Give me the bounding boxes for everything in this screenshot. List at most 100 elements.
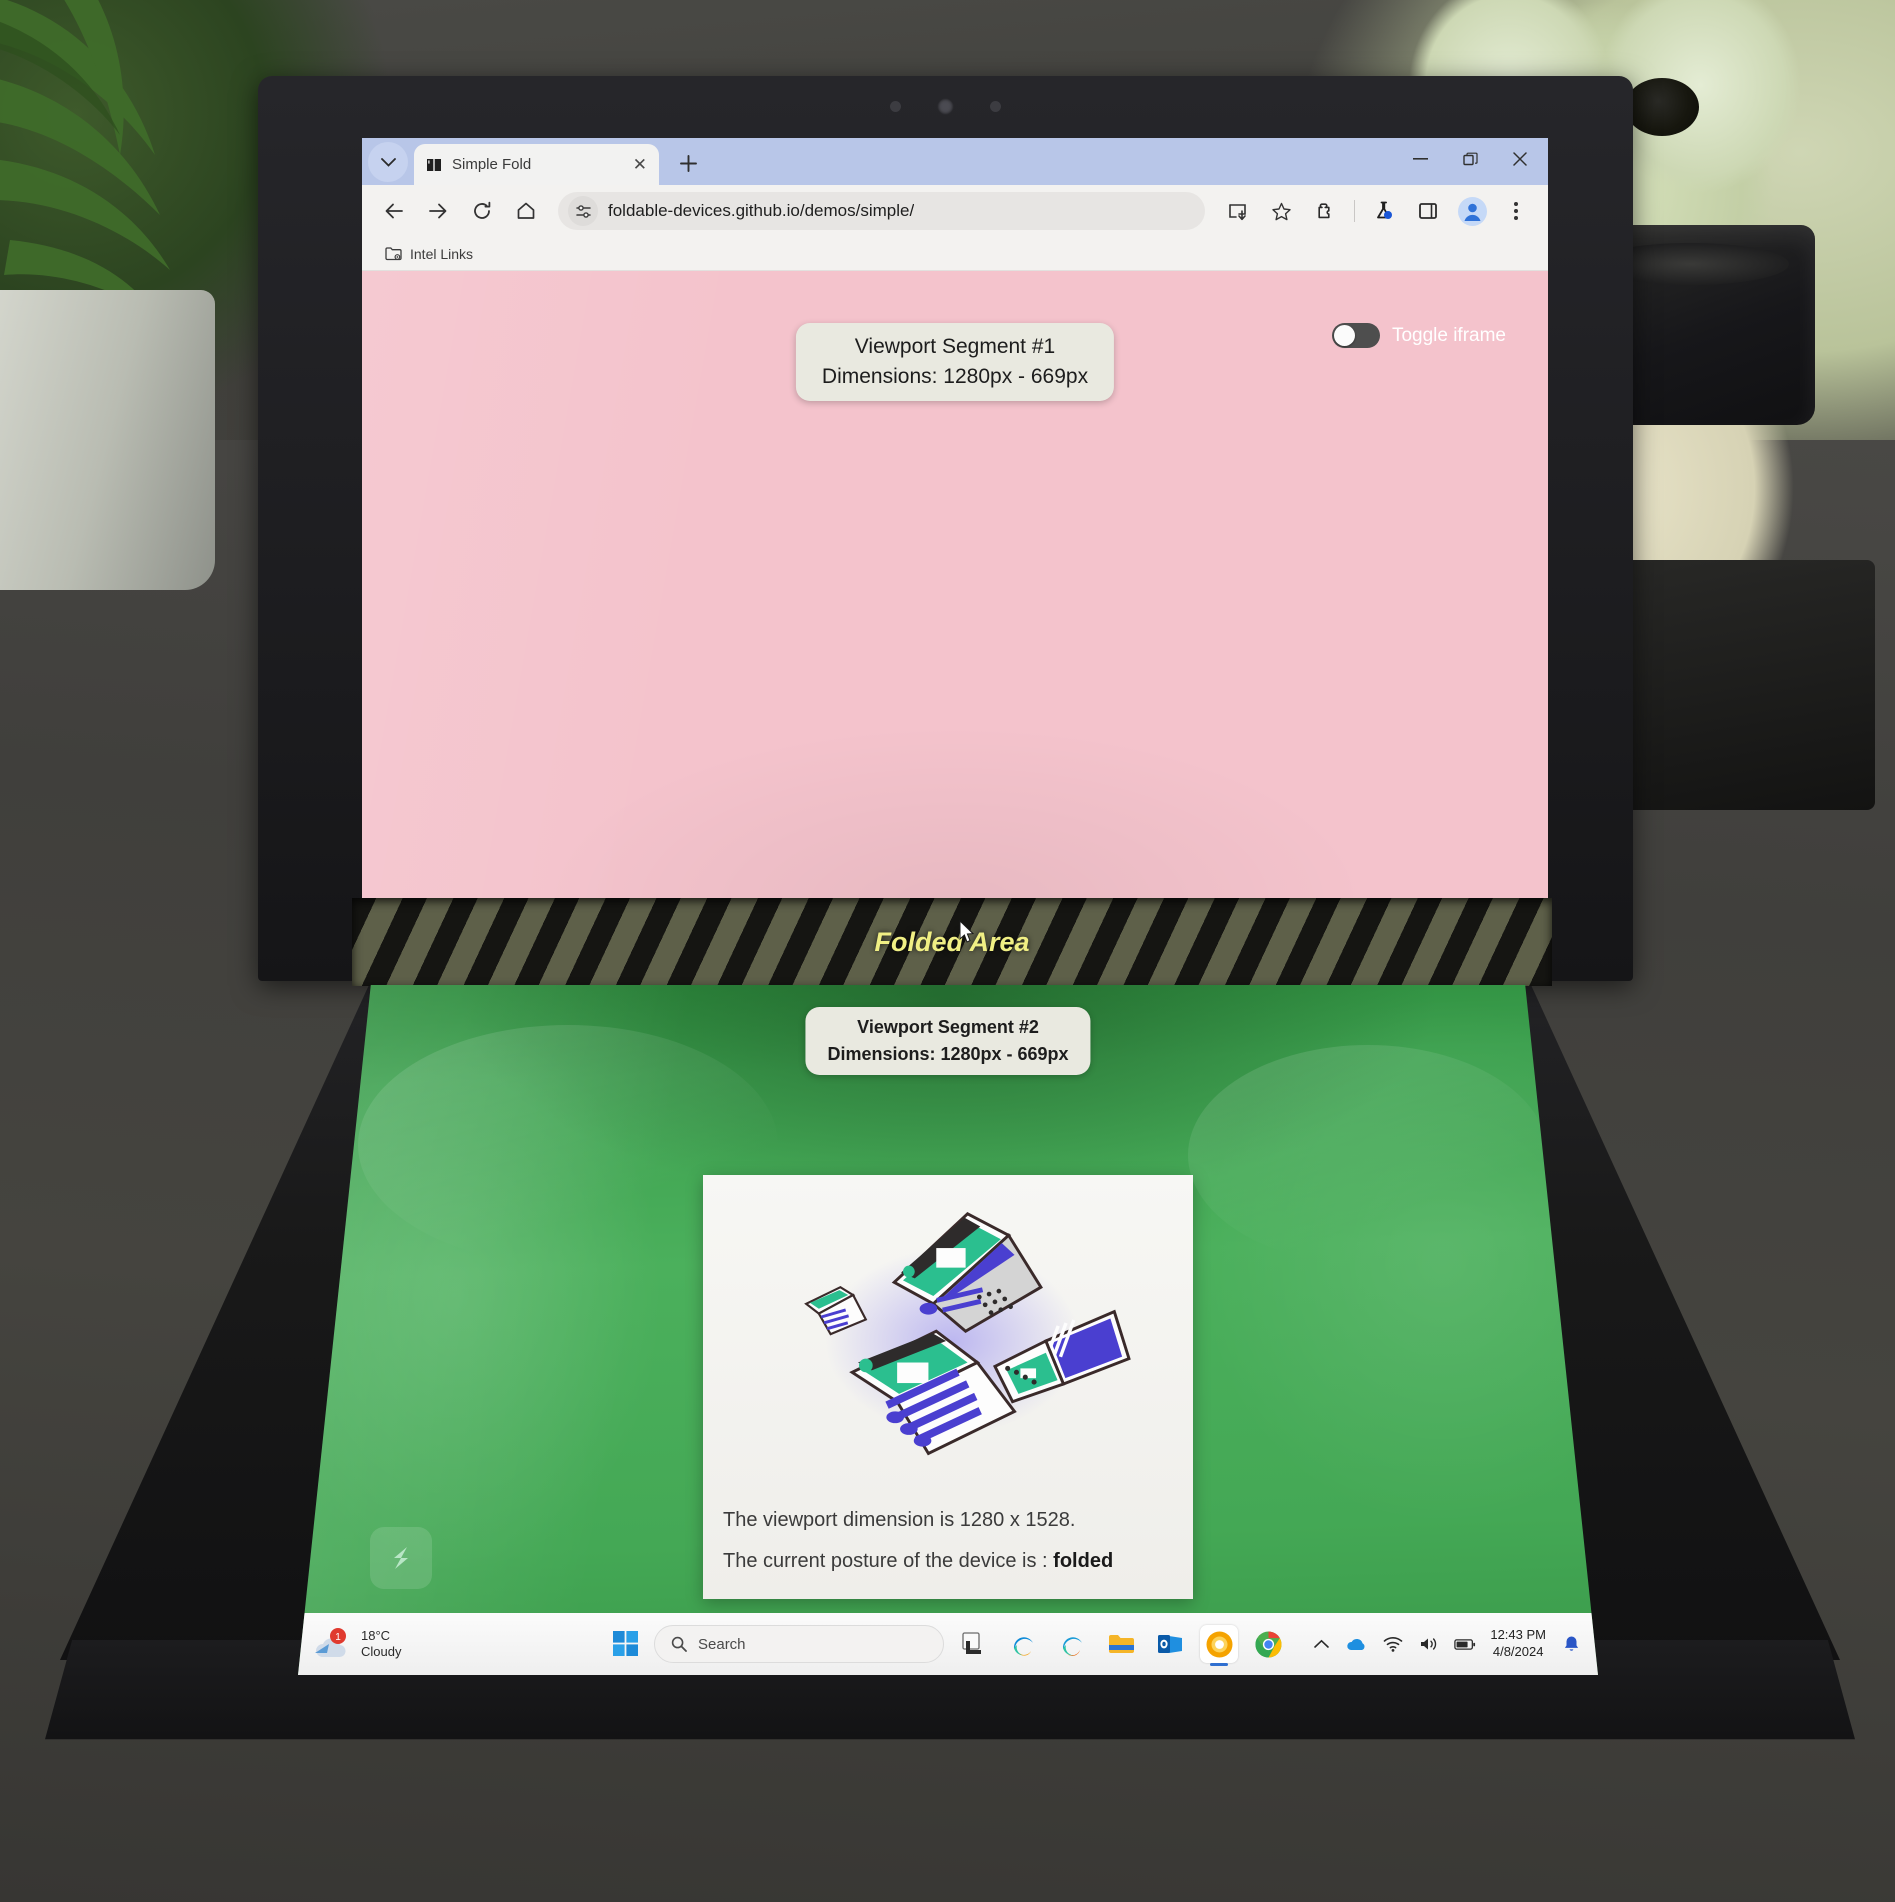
- toggle-iframe-control[interactable]: Toggle iframe: [1331, 323, 1506, 348]
- folder-icon: [1108, 1635, 1134, 1653]
- taskbar-app-microsoft-edge[interactable]: [1004, 1625, 1042, 1663]
- mouse-cursor-icon: [959, 920, 975, 943]
- tab-strip: Simple Fold ✕: [362, 138, 1548, 185]
- tab-search-button[interactable]: [368, 142, 408, 182]
- start-button[interactable]: [609, 1627, 643, 1661]
- show-hidden-icons-button[interactable]: [1310, 1633, 1332, 1655]
- viewport-segment-1-info-box: Viewport Segment #1 Dimensions: 1280px -…: [795, 323, 1115, 401]
- weather-temperature: 18°C: [361, 1627, 391, 1643]
- profile-button[interactable]: [1452, 191, 1492, 231]
- segment2-dimensions: Dimensions: 1280px - 669px: [827, 1044, 1069, 1064]
- chrome-icon: [1254, 1631, 1281, 1658]
- outlook-icon: [1158, 1635, 1182, 1653]
- puzzle-piece-icon: [1317, 202, 1330, 218]
- bell-icon: [1564, 1636, 1578, 1651]
- forward-button[interactable]: [418, 191, 458, 231]
- chevron-up-icon: [1314, 1639, 1329, 1648]
- tune-icon: [575, 204, 591, 218]
- weather-widget[interactable]: 1 18°C Cloudy: [312, 1627, 401, 1661]
- system-tray: 12:43 PM 4/8/2024: [1310, 1627, 1582, 1661]
- windows-taskbar: 1 18°C Cloudy Search 12:43 PM 4/8/2024: [298, 1613, 1598, 1675]
- segment1-title: Viewport Segment #1: [854, 335, 1056, 358]
- arrow-forward-icon: [429, 203, 447, 219]
- viewport-segment-1: Viewport Segment #1 Dimensions: 1280px -…: [362, 271, 1548, 904]
- address-bar[interactable]: foldable-devices.github.io/demos/simple/: [558, 192, 1205, 230]
- beaker-icon: [1377, 201, 1392, 219]
- book-icon: [427, 158, 441, 171]
- side-panel-button[interactable]: [1408, 191, 1448, 231]
- managed-folder-icon: [385, 247, 402, 261]
- posture-prefix: The current posture of the device is :: [723, 1550, 1054, 1572]
- battery-icon: [1454, 1638, 1476, 1650]
- taskbar-search-box[interactable]: Search: [654, 1625, 944, 1663]
- install-app-icon: [1228, 203, 1246, 220]
- tab-close-button[interactable]: ✕: [633, 156, 647, 173]
- bookmark-item-intel-links[interactable]: Intel Links: [378, 243, 480, 265]
- desktop-shortcut-icon[interactable]: [370, 1527, 432, 1589]
- new-tab-button[interactable]: [671, 146, 705, 180]
- network-button[interactable]: [1382, 1633, 1404, 1655]
- site-settings-button[interactable]: [568, 196, 598, 226]
- home-button[interactable]: [506, 191, 546, 231]
- browser-tab[interactable]: Simple Fold ✕: [414, 144, 659, 185]
- chrome-menu-button[interactable]: [1496, 191, 1536, 231]
- segment1-dimensions: Dimensions: 1280px - 669px: [821, 365, 1089, 388]
- star-icon: [1271, 202, 1291, 220]
- posture-text: The current posture of the device is : f…: [723, 1550, 1173, 1573]
- home-icon: [517, 202, 535, 219]
- taskbar-app-microsoft-edge-dev[interactable]: [1053, 1625, 1091, 1663]
- close-icon: [1513, 152, 1527, 166]
- weather-text: 18°C Cloudy: [361, 1628, 401, 1661]
- toolbar-divider: [1354, 200, 1355, 222]
- minimize-button[interactable]: [1396, 142, 1444, 176]
- side-panel-icon: [1419, 203, 1437, 219]
- folded-area-label: Folded Area: [874, 926, 1030, 957]
- taskbar-app-google-chrome[interactable]: [1249, 1625, 1287, 1663]
- bottom-display-screen: Viewport Segment #2 Dimensions: 1280px -…: [298, 985, 1598, 1675]
- install-app-button[interactable]: [1217, 191, 1257, 231]
- taskbar-app-chrome-canary[interactable]: [1200, 1625, 1238, 1663]
- battery-button[interactable]: [1454, 1633, 1476, 1655]
- segment2-title: Viewport Segment #2: [857, 1017, 1039, 1037]
- taskbar-clock[interactable]: 12:43 PM 4/8/2024: [1490, 1627, 1546, 1661]
- extensions-button[interactable]: [1305, 191, 1345, 231]
- viewport-dimension-text: The viewport dimension is 1280 x 1528.: [723, 1509, 1076, 1531]
- toggle-knob: [1333, 325, 1355, 346]
- labs-button[interactable]: [1364, 191, 1404, 231]
- notifications-button[interactable]: [1560, 1633, 1582, 1655]
- clock-date: 4/8/2024: [1492, 1644, 1544, 1659]
- search-placeholder: Search: [698, 1635, 746, 1653]
- wifi-icon: [1384, 1637, 1403, 1652]
- browser-toolbar: foldable-devices.github.io/demos/simple/: [362, 185, 1548, 237]
- toggle-iframe-label: Toggle iframe: [1391, 324, 1506, 346]
- chrome-browser-window: Simple Fold ✕ foldable-devices.github.io…: [362, 138, 1548, 904]
- window-controls: [1396, 142, 1544, 176]
- bookmarks-bar: Intel Links: [362, 237, 1548, 271]
- partly-cloudy-icon: 1: [312, 1627, 352, 1661]
- reload-icon: [474, 201, 491, 219]
- posture-info-card: The viewport dimension is 1280 x 1528. T…: [703, 1175, 1193, 1599]
- restore-icon: [1462, 152, 1478, 165]
- back-button[interactable]: [374, 191, 414, 231]
- restore-button[interactable]: [1446, 142, 1494, 176]
- url-text: foldable-devices.github.io/demos/simple/: [608, 201, 915, 220]
- edge-dev-icon: [1062, 1636, 1082, 1656]
- reload-button[interactable]: [462, 191, 502, 231]
- weather-condition: Cloudy: [361, 1644, 402, 1659]
- taskbar-app-file-explorer[interactable]: [1102, 1625, 1140, 1663]
- chrome-canary-icon: [1206, 1631, 1232, 1657]
- minimize-icon: [1412, 158, 1428, 160]
- avatar-icon: [1457, 196, 1487, 226]
- taskbar-app-task-view[interactable]: [955, 1625, 993, 1663]
- taskbar-app-outlook[interactable]: [1151, 1625, 1189, 1663]
- viewport-segment-2-info-box: Viewport Segment #2 Dimensions: 1280px -…: [805, 1007, 1091, 1075]
- speaker-icon: [1421, 1638, 1437, 1650]
- arrow-back-icon: [385, 203, 403, 219]
- toggle-iframe-switch[interactable]: [1331, 323, 1380, 348]
- volume-button[interactable]: [1418, 1633, 1440, 1655]
- close-window-button[interactable]: [1496, 142, 1544, 176]
- bookmark-label: Intel Links: [410, 245, 474, 262]
- onedrive-button[interactable]: [1346, 1633, 1368, 1655]
- bookmark-button[interactable]: [1261, 191, 1301, 231]
- search-icon: [671, 1636, 687, 1652]
